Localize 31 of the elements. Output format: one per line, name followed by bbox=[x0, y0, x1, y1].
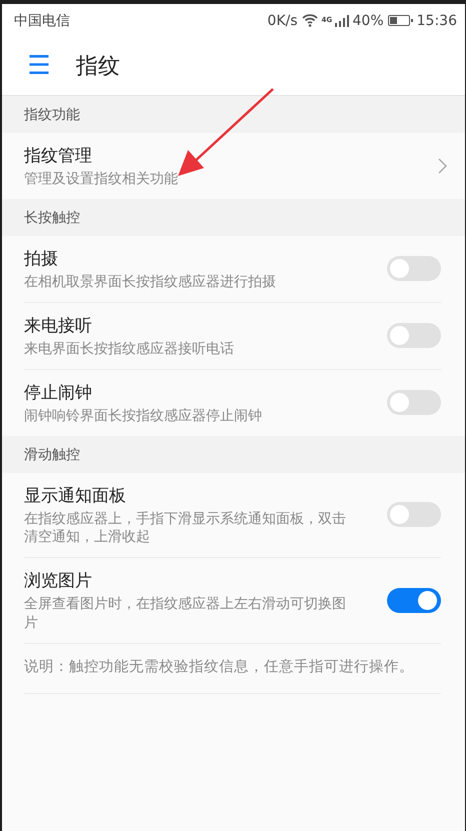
clock-time: 15:36 bbox=[416, 12, 457, 28]
section-header: 指纹功能 bbox=[2, 96, 465, 133]
page-title: 指纹 bbox=[76, 53, 120, 81]
setting-description: 在指纹感应器上，手指下滑显示系统通知面板，双击清空通知，上滑收起 bbox=[24, 510, 347, 548]
setting-description: 管理及设置指纹相关功能 bbox=[24, 170, 179, 189]
toggle-switch[interactable] bbox=[387, 256, 441, 282]
toggle-switch[interactable] bbox=[387, 390, 441, 416]
toggle-switch[interactable] bbox=[387, 588, 441, 614]
setting-title: 浏览图片 bbox=[24, 570, 93, 592]
setting-description: 来电界面长按指纹感应器接听电话 bbox=[24, 340, 235, 359]
setting-title: 显示通知面板 bbox=[24, 484, 127, 507]
setting-title: 指纹管理 bbox=[24, 145, 93, 167]
menu-button[interactable]: ☰ bbox=[26, 53, 52, 79]
setting-description: 闹钟响铃界面长按指纹感应器停止闹钟 bbox=[24, 406, 263, 426]
section-header: 长按触控 bbox=[2, 198, 465, 236]
toggle-switch[interactable] bbox=[387, 323, 441, 348]
setting-title: 停止闹钟 bbox=[24, 382, 93, 404]
carrier-name: 中国电信 bbox=[14, 12, 70, 30]
network-speed: 0K/s bbox=[267, 12, 298, 28]
section-header: 滑动触控 bbox=[2, 436, 465, 473]
battery-percent: 40% bbox=[352, 12, 384, 28]
setting-title: 来电接听 bbox=[24, 314, 93, 337]
setting-description: 在相机取景界面长按指纹感应器进行拍摄 bbox=[24, 272, 277, 292]
setting-title: 拍摄 bbox=[24, 248, 59, 270]
signal-icon bbox=[334, 14, 349, 26]
wifi-icon bbox=[302, 14, 318, 27]
chevron-right-icon[interactable] bbox=[437, 158, 447, 174]
battery-icon bbox=[388, 15, 410, 26]
toggle-switch[interactable] bbox=[387, 502, 441, 528]
setting-description: 全屏查看图片时，在指纹感应器上左右滑动可切换图片 bbox=[24, 595, 347, 634]
note-text: 说明：触控功能无需校验指纹信息，任意手指可进行操作。 bbox=[24, 658, 415, 678]
